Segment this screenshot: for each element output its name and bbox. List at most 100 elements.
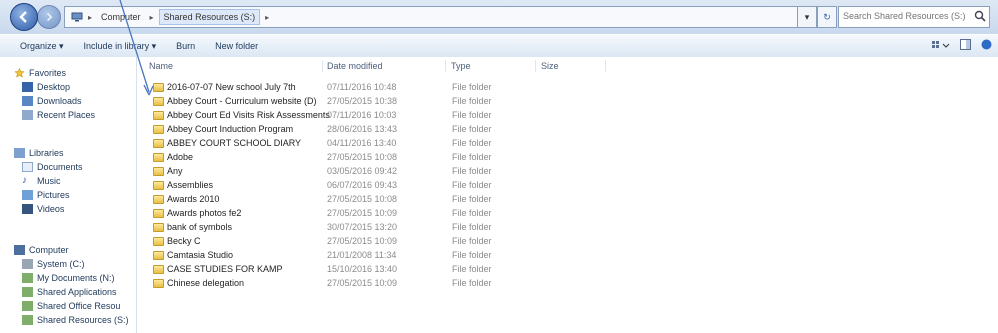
nav-item-label: Documents xyxy=(37,162,83,172)
new-folder-button[interactable]: New folder xyxy=(205,41,268,51)
address-field[interactable]: ▸ Computer ▸ Shared Resources (S:) ▸ xyxy=(64,6,800,28)
back-arrow-icon xyxy=(19,11,27,23)
table-row[interactable]: 2016-07-07 New school July 7th 07/11/2016… xyxy=(147,81,997,94)
table-row[interactable]: ABBEY COURT SCHOOL DIARY 04/11/2016 13:40… xyxy=(147,137,997,150)
address-history-dropdown[interactable]: ▾ xyxy=(797,6,817,28)
nav-item-recent-places[interactable]: Recent Places xyxy=(22,109,95,121)
nav-item-music[interactable]: ♪ Music xyxy=(22,175,61,187)
file-type: File folder xyxy=(452,194,492,204)
breadcrumb-separator-icon[interactable]: ▸ xyxy=(265,13,269,22)
table-row[interactable]: bank of symbols 30/07/2015 13:20 File fold… xyxy=(147,221,997,234)
drive-icon xyxy=(22,259,33,269)
computer-icon xyxy=(14,245,25,255)
table-row[interactable]: Awards photos fe2 27/05/2015 10:09 File fo… xyxy=(147,207,997,220)
refresh-button[interactable]: ↻ xyxy=(817,6,837,28)
music-icon: ♪ xyxy=(22,175,27,186)
file-type: File folder xyxy=(452,208,492,218)
nav-libraries[interactable]: Libraries xyxy=(14,147,64,159)
search-icon xyxy=(974,10,986,22)
folder-icon xyxy=(153,195,164,204)
folder-icon xyxy=(153,167,164,176)
breadcrumb-computer[interactable]: Computer xyxy=(97,10,145,24)
column-header-date-modified[interactable]: Date modified xyxy=(327,59,383,73)
burn-button[interactable]: Burn xyxy=(166,41,205,51)
view-controls xyxy=(932,39,992,52)
organize-menu-button[interactable]: Organize ▾ xyxy=(0,41,74,52)
nav-item-label: Shared Applications xyxy=(37,287,117,297)
nav-item-shared-office-resources[interactable]: Shared Office Resou xyxy=(22,300,120,312)
table-row[interactable]: Abbey Court Induction Program 28/06/2016 … xyxy=(147,123,997,136)
file-name: Abbey Court - Curriculum website (D) xyxy=(167,96,317,106)
nav-item-pictures[interactable]: Pictures xyxy=(22,189,70,201)
change-view-button[interactable] xyxy=(932,40,950,52)
search-input[interactable] xyxy=(839,7,979,25)
column-divider[interactable] xyxy=(322,60,323,72)
column-divider[interactable] xyxy=(535,60,536,72)
table-row[interactable]: Becky C 27/05/2015 10:09 File folder xyxy=(147,235,997,248)
libraries-icon xyxy=(14,148,25,158)
documents-icon xyxy=(22,162,33,172)
file-list: Name Date modified Type Size 2016-07-07 … xyxy=(137,57,998,333)
file-name: Camtasia Studio xyxy=(167,250,234,260)
column-divider[interactable] xyxy=(445,60,446,72)
table-row[interactable]: Abbey Court Ed Visits Risk Assessments 07… xyxy=(147,109,997,122)
column-header-name[interactable]: Name xyxy=(149,59,173,73)
forward-button[interactable] xyxy=(37,5,61,29)
nav-item-label: Shared Resources (S:) xyxy=(37,315,129,325)
nav-favorites[interactable]: Favorites xyxy=(14,67,66,79)
column-header-type[interactable]: Type xyxy=(451,59,471,73)
folder-icon xyxy=(153,181,164,190)
file-date-modified: 15/10/2016 13:40 xyxy=(327,264,398,274)
file-type: File folder xyxy=(452,110,492,120)
nav-item-videos[interactable]: Videos xyxy=(22,203,64,215)
nav-item-label: Pictures xyxy=(37,190,70,200)
folder-icon xyxy=(153,279,164,288)
nav-item-label: Music xyxy=(37,176,61,186)
breadcrumb-shared-resources[interactable]: Shared Resources (S:) xyxy=(158,9,261,25)
nav-item-downloads[interactable]: Downloads xyxy=(22,95,82,107)
file-type: File folder xyxy=(452,152,492,162)
folder-icon xyxy=(153,111,164,120)
nav-item-documents[interactable]: Documents xyxy=(22,161,83,173)
table-row[interactable]: Abbey Court - Curriculum website (D) 27/0… xyxy=(147,95,997,108)
folder-icon xyxy=(153,209,164,218)
file-date-modified: 06/07/2016 09:43 xyxy=(327,180,398,190)
folder-icon xyxy=(153,223,164,232)
nav-item-desktop[interactable]: Desktop xyxy=(22,81,70,93)
breadcrumb-separator-icon[interactable]: ▸ xyxy=(150,13,154,22)
breadcrumb-separator-icon[interactable]: ▸ xyxy=(88,13,92,22)
column-divider[interactable] xyxy=(605,60,606,72)
preview-pane-button[interactable] xyxy=(960,39,971,52)
network-drive-icon xyxy=(22,315,33,325)
include-in-library-button[interactable]: Include in library ▾ xyxy=(74,41,167,52)
folder-icon xyxy=(153,237,164,246)
nav-item-system-c[interactable]: System (C:) xyxy=(22,258,85,270)
folder-icon xyxy=(153,125,164,134)
column-header-size[interactable]: Size xyxy=(541,59,559,73)
nav-computer[interactable]: Computer xyxy=(14,244,69,256)
folder-icon xyxy=(153,139,164,148)
help-button[interactable] xyxy=(981,39,992,52)
table-row[interactable]: CASE STUDIES FOR KAMP 15/10/2016 13:40 Fil… xyxy=(147,263,997,276)
table-row[interactable]: Any 03/05/2016 09:42 File folder xyxy=(147,165,997,178)
back-button[interactable] xyxy=(10,3,38,31)
file-type: File folder xyxy=(452,82,492,92)
nav-item-my-documents[interactable]: My Documents (N:) xyxy=(22,272,115,284)
file-date-modified: 30/07/2015 13:20 xyxy=(327,222,398,232)
file-name: ABBEY COURT SCHOOL DIARY xyxy=(167,138,302,148)
table-row[interactable]: Chinese delegation 27/05/2015 10:09 File f… xyxy=(147,277,997,290)
nav-item-label: System (C:) xyxy=(37,259,85,269)
table-row[interactable]: Adobe 27/05/2015 10:08 File folder xyxy=(147,151,997,164)
folder-icon xyxy=(153,265,164,274)
table-row[interactable]: Camtasia Studio 21/01/2008 11:34 File fold… xyxy=(147,249,997,262)
folder-icon xyxy=(153,251,164,260)
nav-item-shared-applications[interactable]: Shared Applications xyxy=(22,286,117,298)
table-row[interactable]: Assemblies 06/07/2016 09:43 File folder xyxy=(147,179,997,192)
table-row[interactable]: Awards 2010 27/05/2015 10:08 File folder xyxy=(147,193,997,206)
search-box[interactable] xyxy=(838,6,990,28)
file-type: File folder xyxy=(452,278,492,288)
file-date-modified: 21/01/2008 11:34 xyxy=(327,250,397,260)
nav-item-label: Desktop xyxy=(37,82,71,92)
nav-item-shared-resources[interactable]: Shared Resources (S:) xyxy=(22,314,129,326)
network-drive-icon xyxy=(22,273,33,283)
